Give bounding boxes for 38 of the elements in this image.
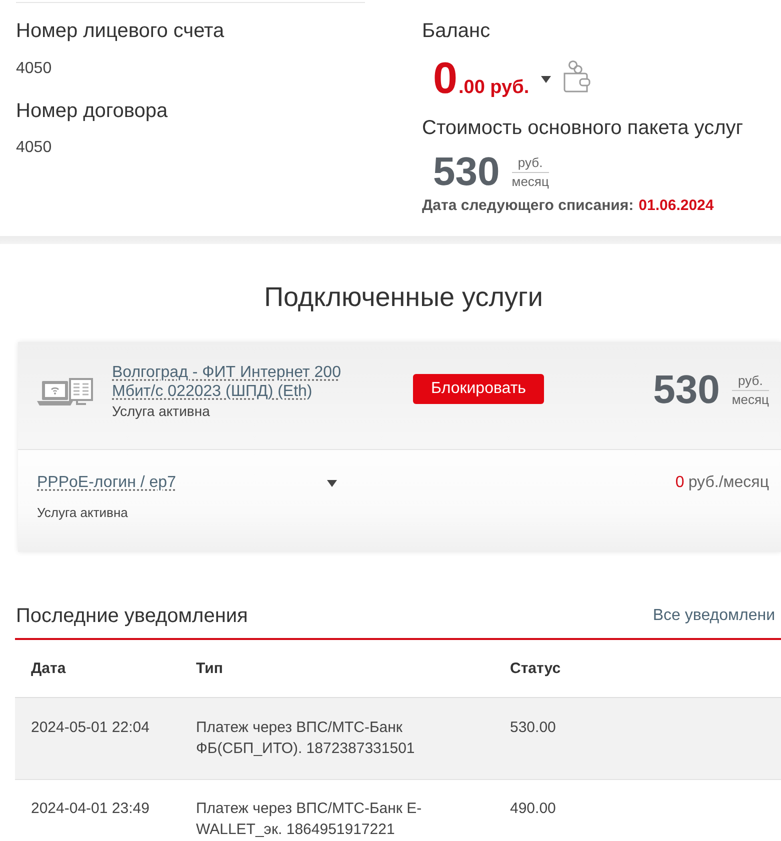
table-cell-text: Платеж через ВПС/МТС-Банк E-WALLET_эк. 1864951917221 — [196, 799, 423, 840]
section-title: Подключенные услуги — [264, 281, 543, 314]
period-unit: месяц — [732, 392, 769, 407]
login-link[interactable]: PPPoE-логин / ep7 — [37, 473, 176, 493]
table-cell-text: Платеж через ВПС/МТС-Банк ФБ(СБП_ИТО). 1872387331501 — [196, 718, 416, 759]
all-notifications-link[interactable]: Все уведомлени — [652, 606, 775, 626]
service-status: Услуга активна — [37, 504, 128, 522]
account-number-label: Номер лицевого счета — [16, 19, 224, 43]
table-cell-text: 530.00 — [510, 718, 556, 738]
caret-icon[interactable] — [541, 76, 552, 82]
table-cell-text: 490.00 — [510, 799, 556, 819]
service-status: Услуга активна — [112, 402, 210, 420]
section-title: Последние уведомления — [16, 604, 248, 628]
block-button[interactable]: Блокировать — [413, 374, 544, 404]
service-price: 0 — [675, 473, 684, 493]
account-number: 4050 — [16, 59, 52, 79]
laptop-and-monitor-icon — [37, 378, 93, 408]
price-unit: руб./месяц — [688, 473, 769, 493]
balance-amount: 0.00 руб. — [433, 55, 530, 103]
table-cell-text: 2024-04-01 23:49 — [31, 799, 150, 819]
period-unit: месяц — [512, 174, 549, 189]
column-header: Тип — [196, 658, 223, 678]
contract-number: 4050 — [16, 138, 52, 158]
column-header: Статус — [510, 658, 561, 678]
package-cost-label: Стоимость основного пакета услуг — [422, 116, 744, 140]
caret-icon[interactable] — [327, 480, 337, 486]
service-name-link[interactable]: Волгоград - ФИТ Интернет 200 Мбит/с 022023 (ШПД) (Eth) — [112, 362, 360, 400]
balance-label: Баланс — [422, 19, 490, 43]
service-price: 530 — [653, 368, 720, 412]
package-price: 530 — [433, 150, 500, 194]
currency-unit: руб. — [518, 155, 543, 170]
table-cell-text: 2024-05-01 22:04 — [31, 718, 150, 738]
next-charge-label: Дата следующего списания: — [422, 196, 634, 216]
wallet-icon[interactable] — [563, 60, 592, 92]
contract-number-label: Номер договора — [16, 99, 168, 123]
column-header: Дата — [31, 658, 66, 678]
next-charge-date: 01.06.2024 — [638, 196, 714, 216]
currency-unit: руб. — [738, 373, 763, 388]
